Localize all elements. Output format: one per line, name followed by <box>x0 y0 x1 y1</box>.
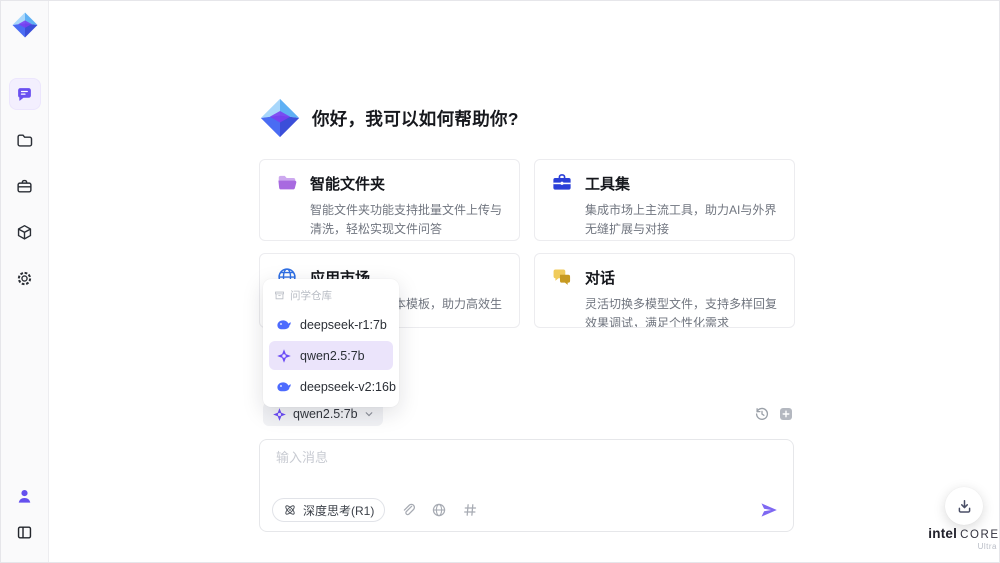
card-smart-folder[interactable]: 智能文件夹 智能文件夹功能支持批量文件上传与清洗，轻松实现文件问答 <box>259 159 520 241</box>
card-dialog[interactable]: 对话 灵活切换多模型文件，支持多样回复效果调试，满足个性化需求 <box>534 253 795 328</box>
composer-actions: 深度思考(R1) <box>272 498 779 522</box>
cube-icon <box>17 224 32 240</box>
gear-icon <box>17 271 32 285</box>
card-toolset[interactable]: 工具集 集成市场上主流工具，助力AI与外界无缝扩展与对接 <box>534 159 795 241</box>
model-dropdown: 问学仓库 deepseek-r1:7b qwen2.5:7b deepseek-… <box>263 279 399 407</box>
card-title: 对话 <box>585 269 616 287</box>
gem-logo-icon <box>260 98 300 138</box>
model-option-deepseek-v2[interactable]: deepseek-v2:16b <box>269 372 396 401</box>
send-plane-icon[interactable] <box>759 500 779 520</box>
chevron-down-icon <box>365 412 373 417</box>
model-option-qwen[interactable]: qwen2.5:7b <box>269 341 393 370</box>
new-chat-icon[interactable] <box>778 406 794 422</box>
card-description: 集成市场上主流工具，助力AI与外界无缝扩展与对接 <box>585 203 777 237</box>
sidebar <box>1 1 49 562</box>
sidebar-item-tools[interactable] <box>9 170 41 202</box>
layout-panel-icon <box>17 525 32 539</box>
deepseek-whale-icon <box>277 381 291 391</box>
card-title: 智能文件夹 <box>310 175 386 193</box>
model-selector-label: qwen2.5:7b <box>293 407 358 421</box>
composer: 深度思考(R1) <box>259 439 794 532</box>
sidebar-bottom <box>9 480 41 548</box>
card-title: 工具集 <box>585 175 631 193</box>
app-logo-icon <box>12 12 37 38</box>
sidebar-nav <box>8 78 41 294</box>
sidebar-item-settings[interactable] <box>9 262 41 294</box>
model-option-label: deepseek-v2:16b <box>300 379 396 394</box>
model-option-label: qwen2.5:7b <box>300 348 365 363</box>
deep-think-toggle[interactable]: 深度思考(R1) <box>272 498 386 522</box>
qwen-star-icon <box>277 348 291 363</box>
qwen-star-icon <box>273 407 286 421</box>
web-search-icon[interactable] <box>431 502 447 518</box>
deep-think-label: 深度思考(R1) <box>303 503 375 518</box>
model-option-label: deepseek-r1:7b <box>300 317 387 332</box>
chat-icon <box>18 87 31 101</box>
folder-icon <box>17 133 33 147</box>
message-input[interactable] <box>274 449 779 466</box>
app-window: 你好，我可以如何帮助你? 智能文件夹 智能文件夹功能支持批量文件上传与清洗，轻松… <box>0 0 1000 563</box>
intel-brand-text: intel <box>928 526 958 541</box>
briefcase-icon <box>17 179 32 193</box>
toolset-briefcase-icon <box>553 174 571 190</box>
smart-folder-icon <box>278 175 297 190</box>
dialog-chat-icon <box>553 269 571 285</box>
deepseek-whale-icon <box>277 319 291 329</box>
sidebar-item-chat[interactable] <box>8 78 41 110</box>
card-description: 智能文件夹功能支持批量文件上传与清洗，轻松实现文件问答 <box>310 203 503 237</box>
paperclip-icon[interactable] <box>400 502 416 518</box>
download-button[interactable] <box>945 487 983 525</box>
card-description: 灵活切换多模型文件，支持多样回复效果调试，满足个性化需求 <box>585 297 778 328</box>
model-dropdown-header-label: 问学仓库 <box>290 290 332 302</box>
model-dropdown-header: 问学仓库 <box>269 285 393 308</box>
history-icon[interactable] <box>754 406 770 422</box>
user-icon <box>18 489 31 503</box>
hash-grid-icon[interactable] <box>462 502 478 518</box>
archive-box-icon <box>275 291 284 300</box>
sidebar-item-models[interactable] <box>9 216 41 248</box>
greeting-title: 你好，我可以如何帮助你? <box>312 108 519 129</box>
conversation-toolbar <box>754 406 794 422</box>
atom-icon <box>285 505 295 515</box>
model-option-deepseek-r1[interactable]: deepseek-r1:7b <box>269 310 393 339</box>
intel-tier-text: Ultra <box>977 541 997 551</box>
greeting-header: 你好，我可以如何帮助你? <box>257 95 519 141</box>
sidebar-item-folders[interactable] <box>9 124 41 156</box>
download-icon <box>958 499 970 513</box>
sidebar-item-collapse[interactable] <box>9 516 41 548</box>
sidebar-item-user[interactable] <box>9 480 41 512</box>
intel-product-text: core <box>960 529 1000 541</box>
intel-core-badge: intel core Ultra <box>923 525 1000 551</box>
